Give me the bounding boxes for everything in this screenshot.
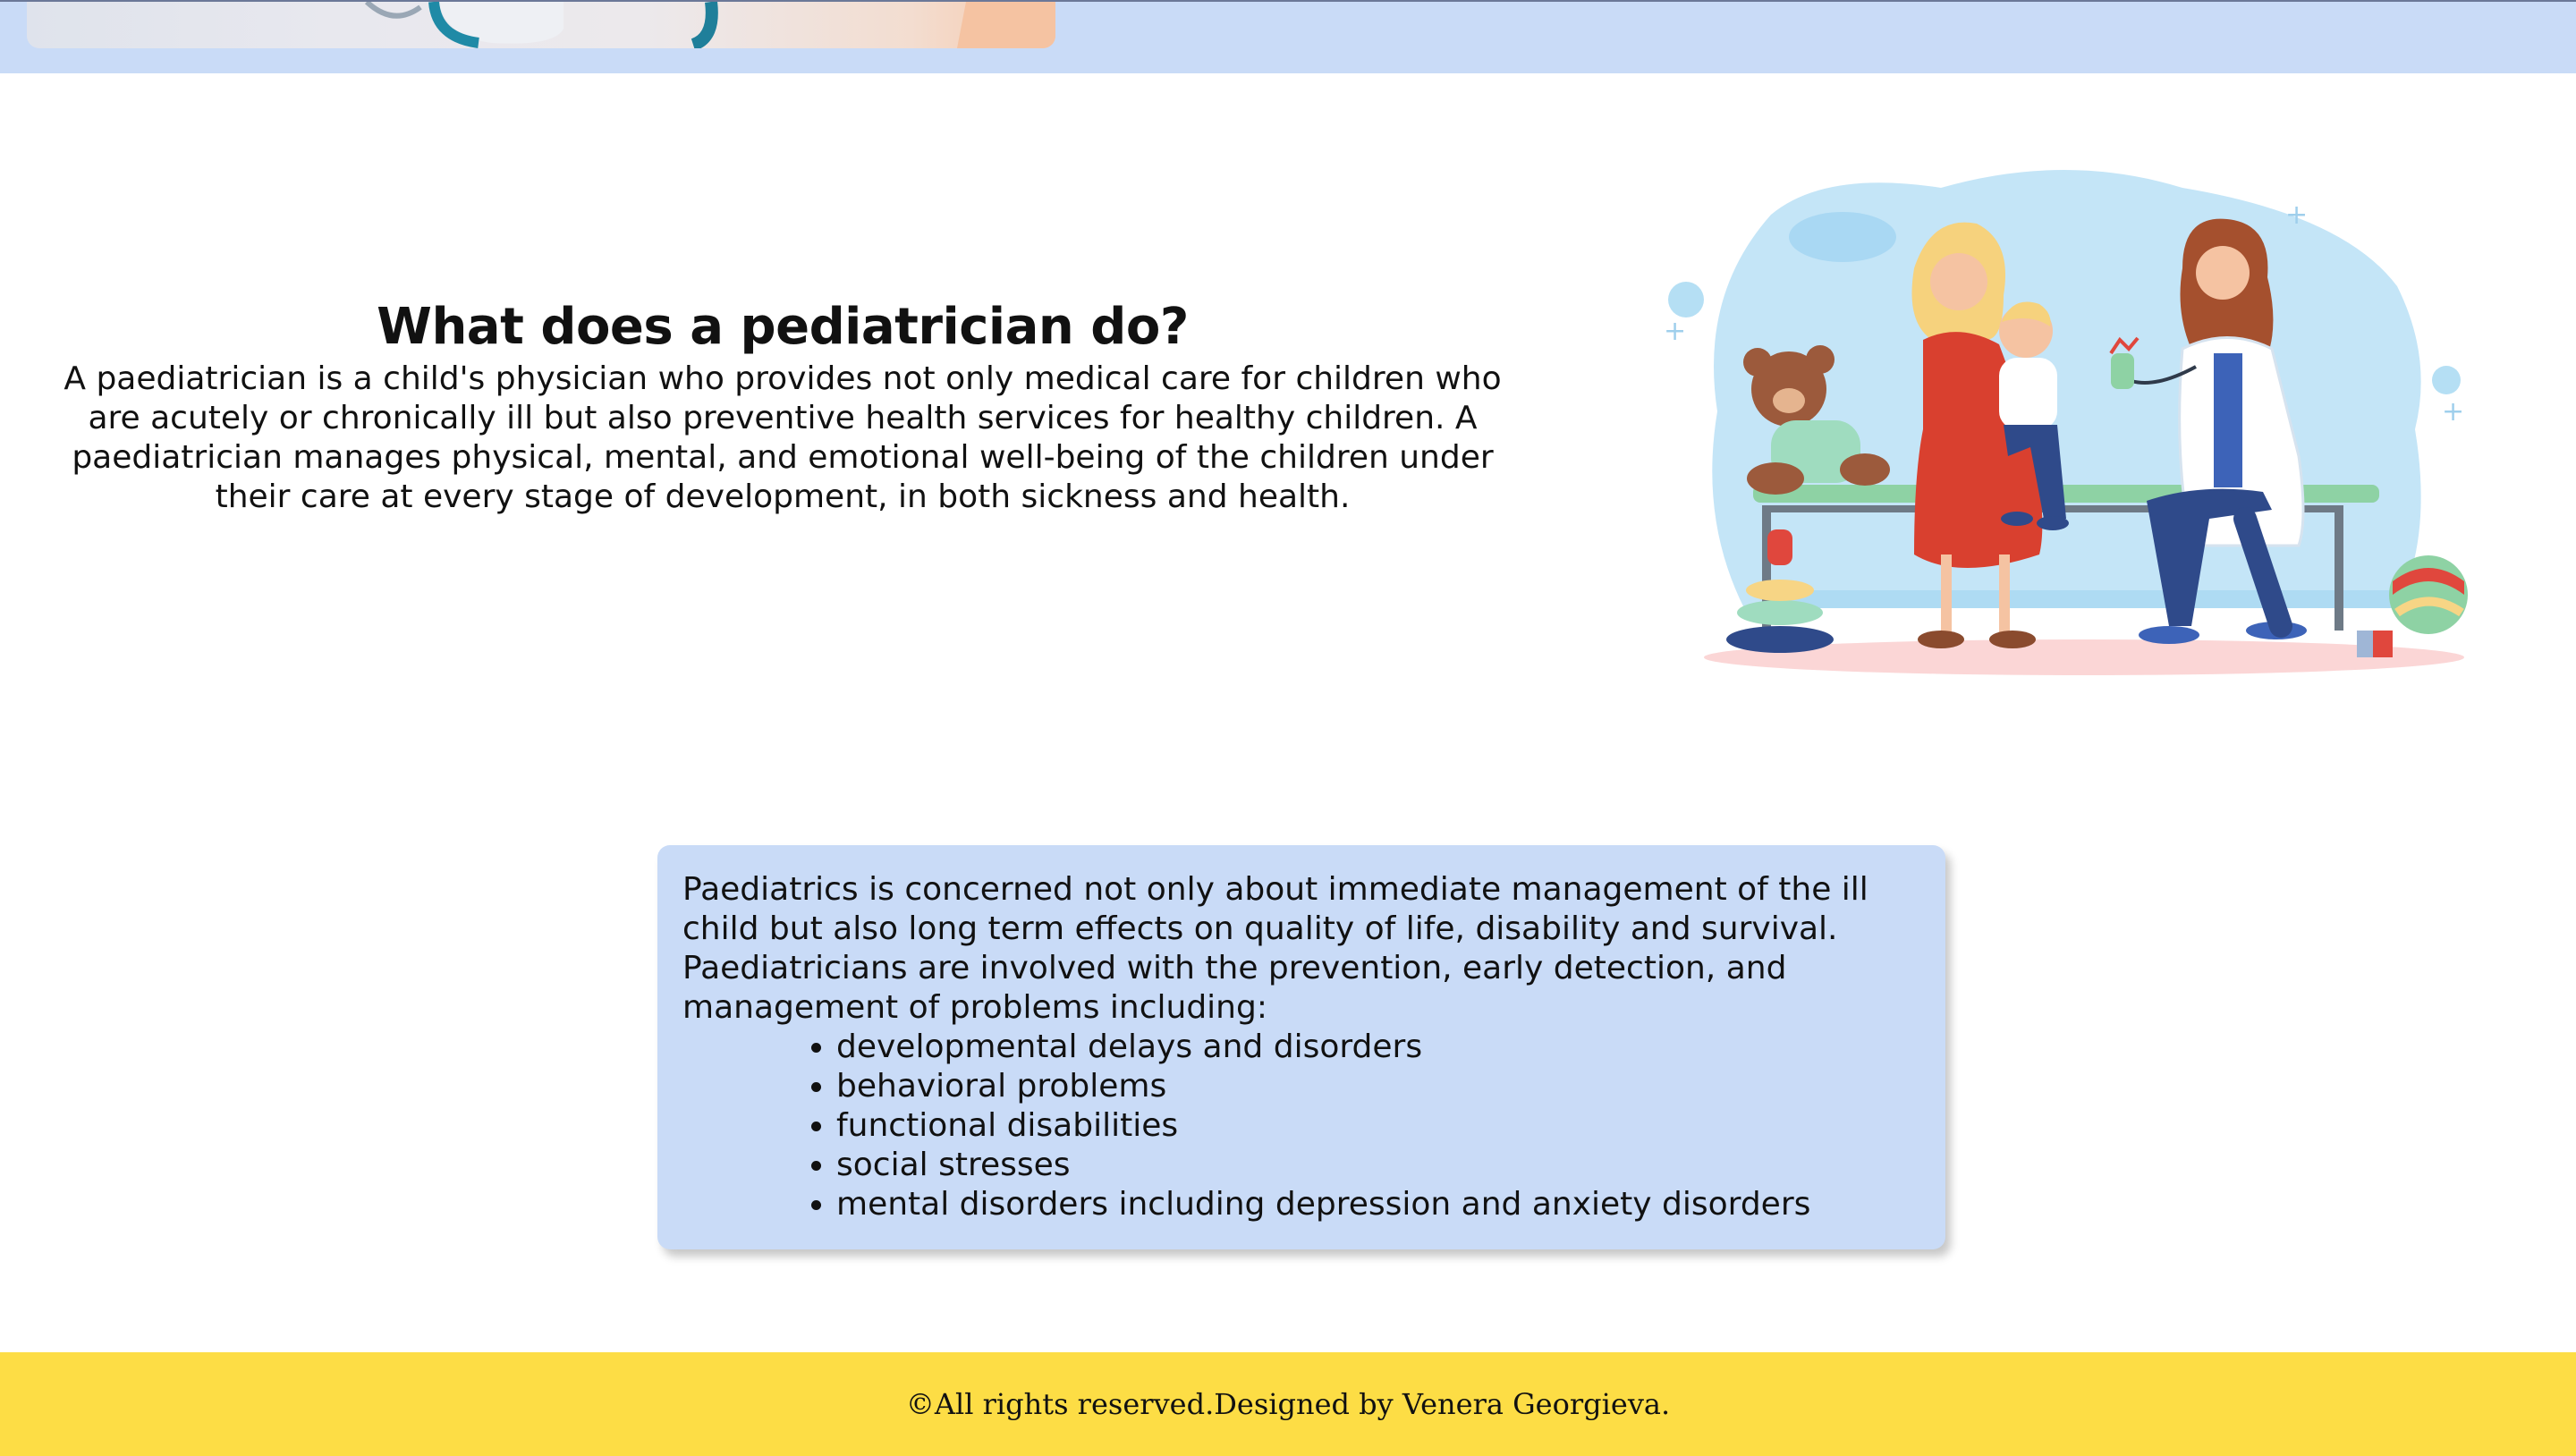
list-item: developmental delays and disorders [836,1028,1919,1067]
svg-text:+: + [1664,316,1686,347]
info-card-text: Paediatrics is concerned not only about … [682,871,1868,1026]
problems-list: developmental delays and disorders behav… [682,1028,1919,1224]
section-heading: What does a pediatrician do? [377,298,1189,356]
top-banner [0,0,2576,73]
info-card: Paediatrics is concerned not only about … [657,845,1945,1249]
pediatrician-illustration: + + + [1646,161,2487,698]
svg-text:+: + [2285,199,2308,231]
list-item: behavioral problems [836,1067,1919,1106]
list-item: social stresses [836,1146,1919,1185]
list-item: mental disorders including depression an… [836,1185,1919,1224]
copyright-text: ©All rights reserved.Designed by Venera … [905,1387,1671,1421]
intro-section: What does a pediatrician do? A paediatri… [36,295,1530,517]
list-item: functional disabilities [836,1106,1919,1146]
footer: ©All rights reserved.Designed by Venera … [0,1352,2576,1456]
intro-paragraph: A paediatrician is a child's physician w… [64,360,1502,515]
svg-text:+: + [2442,396,2464,427]
hero-image [27,2,1055,48]
